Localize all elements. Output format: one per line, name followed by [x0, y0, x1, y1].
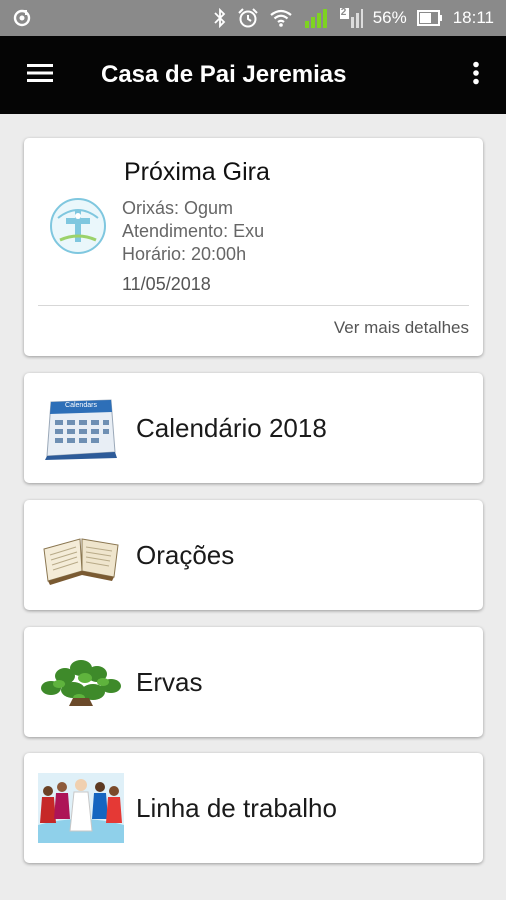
battery-percent: 56%	[372, 8, 407, 27]
next-gira-title: Próxima Gira	[124, 158, 270, 186]
atendimento-text: Atendimento: Exu	[122, 221, 265, 241]
gira-date: 11/05/2018	[122, 274, 211, 294]
battery-icon	[416, 10, 443, 26]
orixas-text: Orixás: Ogum	[122, 198, 234, 218]
divider	[38, 305, 469, 306]
menu-item-prayers[interactable]: Orações	[24, 500, 483, 610]
menu-item-label: Calendário 2018	[136, 412, 327, 443]
status-bar: 2 56% 18:11	[0, 0, 506, 36]
sim-badge: 2	[340, 7, 347, 18]
bluetooth-icon	[213, 8, 227, 28]
menu-item-label: Orações	[136, 539, 235, 570]
wifi-icon	[269, 8, 293, 28]
herbs-icon	[38, 647, 124, 717]
app-title: Casa de Pai Jeremias	[101, 61, 347, 88]
book-icon	[38, 520, 124, 590]
hamburger-menu-button[interactable]	[0, 36, 80, 114]
signal-sim1-icon	[303, 7, 329, 29]
horario-text: Horário: 20:00h	[122, 244, 247, 264]
menu-item-calendar[interactable]: Calendars Calendário 2018	[24, 373, 483, 483]
terreiro-logo-icon	[48, 196, 108, 256]
more-vert-icon	[472, 61, 480, 90]
signal-sim2-icon: 2	[339, 7, 363, 29]
calendar-badge-text: Calendars	[65, 401, 97, 409]
overflow-menu-button[interactable]	[446, 36, 506, 114]
alarm-icon	[237, 7, 259, 29]
clock: 18:11	[452, 8, 494, 27]
sync-icon	[12, 8, 32, 28]
hamburger-icon	[27, 63, 53, 88]
figures-icon	[38, 773, 124, 843]
menu-item-work-line[interactable]: Linha de trabalho	[24, 753, 483, 863]
more-details-link[interactable]: Ver mais detalhes	[334, 318, 469, 338]
menu-item-label: Linha de trabalho	[136, 792, 337, 823]
app-bar: Casa de Pai Jeremias	[0, 36, 506, 114]
menu-item-label: Ervas	[136, 666, 203, 697]
calendar-icon: Calendars	[38, 393, 124, 463]
next-gira-card: Próxima Gira Orixás: Ogum Atendimento: E…	[24, 138, 483, 356]
menu-item-herbs[interactable]: Ervas	[24, 627, 483, 737]
